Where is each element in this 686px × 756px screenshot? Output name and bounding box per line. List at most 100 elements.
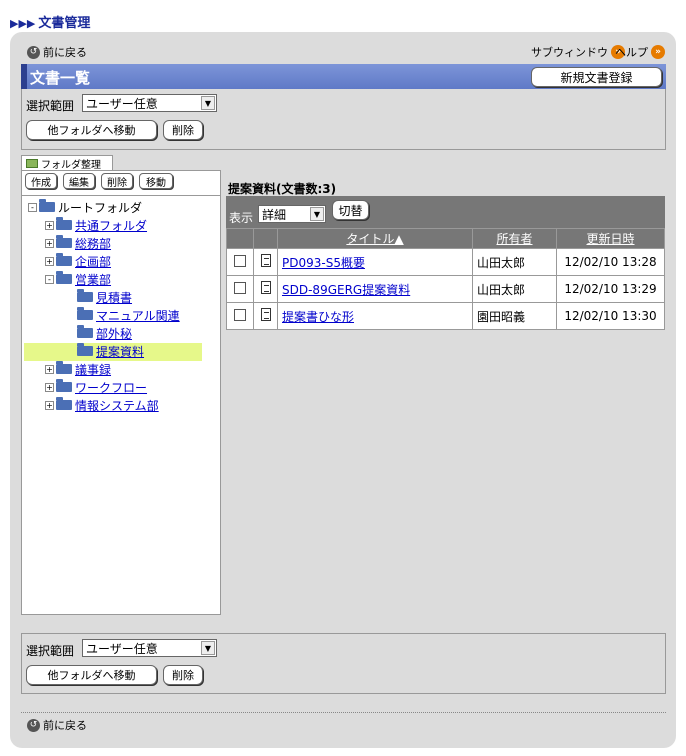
- view-label: 表示: [229, 211, 254, 225]
- tree-root[interactable]: - ルートフォルダ: [28, 198, 142, 216]
- back-link-label: 前に戻る: [43, 719, 87, 732]
- owner-cell: 園田昭義: [472, 302, 557, 330]
- row-checkbox-cell: [226, 302, 254, 330]
- filter-box: 選択範囲 ユーザー任意 ▼ 他フォルダへ移動 削除: [21, 89, 666, 150]
- back-link[interactable]: ↺ 前に戻る: [27, 44, 87, 60]
- row-checkbox[interactable]: [234, 281, 246, 294]
- folder-icon: [56, 253, 72, 266]
- tree-item[interactable]: マニュアル関連: [77, 306, 180, 324]
- document-icon: [260, 254, 271, 267]
- view-select[interactable]: 詳細 ▼: [258, 205, 326, 223]
- updated-sort-link[interactable]: 更新日時: [586, 232, 634, 246]
- new-document-button[interactable]: 新規文書登録: [531, 67, 662, 87]
- updated-cell: 12/02/10 13:29: [556, 275, 665, 303]
- tree-item[interactable]: + ワークフロー: [45, 378, 147, 396]
- expand-icon[interactable]: +: [45, 382, 54, 392]
- tree-item[interactable]: + 総務部: [45, 234, 111, 252]
- tree-item-selected[interactable]: 提案資料: [77, 342, 144, 360]
- expand-icon[interactable]: +: [45, 256, 54, 266]
- doc-title-link[interactable]: 提案書ひな形: [282, 310, 354, 324]
- row-checkbox[interactable]: [234, 254, 246, 267]
- folder-icon: [56, 361, 72, 374]
- page-title: 文書管理: [38, 16, 91, 31]
- doc-title-link[interactable]: PD093-S5概要: [282, 256, 365, 270]
- bottom-move-folder-button[interactable]: 他フォルダへ移動: [26, 665, 157, 685]
- back-arrow-icon: ↺: [27, 718, 40, 732]
- collapse-icon[interactable]: -: [28, 202, 37, 212]
- filter-label: 選択範囲: [26, 99, 75, 113]
- tree-item[interactable]: + 情報システム部: [45, 396, 159, 414]
- updated-col-header[interactable]: 更新日時: [556, 228, 665, 249]
- switch-view-button[interactable]: 切替: [332, 200, 369, 220]
- expand-icon[interactable]: +: [45, 238, 54, 248]
- doc-icon-cell: [253, 275, 278, 303]
- table-row: SDD-89GERG提案資料 山田太郎 12/02/10 13:29: [226, 275, 665, 303]
- owner-sort-link[interactable]: 所有者: [496, 232, 532, 246]
- document-icon: [260, 308, 271, 321]
- tree-item[interactable]: + 企画部: [45, 252, 111, 270]
- tree-item-link[interactable]: 情報システム部: [75, 397, 159, 414]
- document-icon: [260, 281, 271, 294]
- tree-item-link[interactable]: ワークフロー: [75, 379, 147, 396]
- row-checkbox-cell: [226, 275, 254, 303]
- folder-icon: [56, 217, 72, 230]
- owner-col-header[interactable]: 所有者: [472, 228, 557, 249]
- folder-icon: [56, 271, 72, 284]
- expand-icon[interactable]: +: [45, 220, 54, 230]
- bottom-back-link[interactable]: ↺ 前に戻る: [27, 717, 87, 733]
- title-sort-link[interactable]: タイトル▲: [346, 232, 403, 246]
- updated-cell: 12/02/10 13:28: [556, 248, 665, 276]
- owner-cell: 山田太郎: [472, 275, 557, 303]
- tree-item-link[interactable]: 営業部: [75, 271, 111, 288]
- tree-item[interactable]: 部外秘: [77, 324, 132, 342]
- move-folder-button[interactable]: 他フォルダへ移動: [26, 120, 157, 140]
- filter-label: 選択範囲: [26, 644, 75, 658]
- folder-icon: [77, 289, 93, 302]
- section-title: 文書一覧: [30, 69, 91, 87]
- subwindow-label: サブウィンドウ: [531, 46, 608, 59]
- folder-icon: [56, 235, 72, 248]
- tab-folder-organize[interactable]: フォルダ整理: [21, 155, 113, 171]
- tree-item[interactable]: + 共通フォルダ: [45, 216, 147, 234]
- folder-edit-button[interactable]: 編集: [63, 173, 95, 189]
- chevron-down-icon: ▼: [201, 641, 215, 655]
- expand-icon[interactable]: +: [45, 364, 54, 374]
- folder-move-button[interactable]: 移動: [139, 173, 173, 189]
- tree-item-link[interactable]: 提案資料: [96, 343, 144, 360]
- bottom-delete-button[interactable]: 削除: [163, 665, 203, 685]
- tree-item-link[interactable]: 共通フォルダ: [75, 217, 147, 234]
- page-header: ▶▶▶ 文書管理: [10, 12, 90, 31]
- bottom-filter-box: 選択範囲 ユーザー任意 ▼ 他フォルダへ移動 削除: [21, 633, 666, 694]
- tree-item[interactable]: + 議事録: [45, 360, 111, 378]
- tree-item-link[interactable]: 総務部: [75, 235, 111, 252]
- tree-item-link[interactable]: 見積書: [96, 289, 132, 306]
- doc-title-link[interactable]: SDD-89GERG提案資料: [282, 283, 410, 297]
- tree-item-link[interactable]: 企画部: [75, 253, 111, 270]
- tab-label: フォルダ整理: [41, 160, 101, 171]
- subwindow-link[interactable]: サブウィンドウ »: [531, 44, 625, 60]
- doc-icon-cell: [253, 248, 278, 276]
- owner-cell: 山田太郎: [472, 248, 557, 276]
- filter-select-value: ユーザー任意: [86, 96, 158, 111]
- delete-button[interactable]: 削除: [163, 120, 203, 140]
- expand-icon[interactable]: +: [45, 400, 54, 410]
- folder-icon: [77, 343, 93, 356]
- bottom-filter-select[interactable]: ユーザー任意 ▼: [82, 639, 217, 657]
- folder-create-button[interactable]: 作成: [25, 173, 57, 189]
- title-col-header[interactable]: タイトル▲: [277, 228, 473, 249]
- table-row: PD093-S5概要 山田太郎 12/02/10 13:28: [226, 248, 665, 276]
- folder-delete-button[interactable]: 削除: [101, 173, 133, 189]
- filter-select[interactable]: ユーザー任意 ▼: [82, 94, 217, 112]
- tree-item-link[interactable]: マニュアル関連: [96, 307, 180, 324]
- triple-arrow-icon: ▶▶▶: [10, 17, 36, 30]
- back-link-label: 前に戻る: [43, 46, 87, 59]
- doc-icon-cell: [253, 302, 278, 330]
- collapse-icon[interactable]: -: [45, 274, 54, 284]
- help-link[interactable]: ヘルプ »: [615, 44, 665, 60]
- tree-item[interactable]: 見積書: [77, 288, 132, 306]
- tree-item-link[interactable]: 議事録: [75, 361, 111, 378]
- tree-item-link[interactable]: 部外秘: [96, 325, 132, 342]
- icon-col-header: [253, 228, 278, 249]
- row-checkbox[interactable]: [234, 308, 246, 321]
- tree-item[interactable]: - 営業部: [45, 270, 111, 288]
